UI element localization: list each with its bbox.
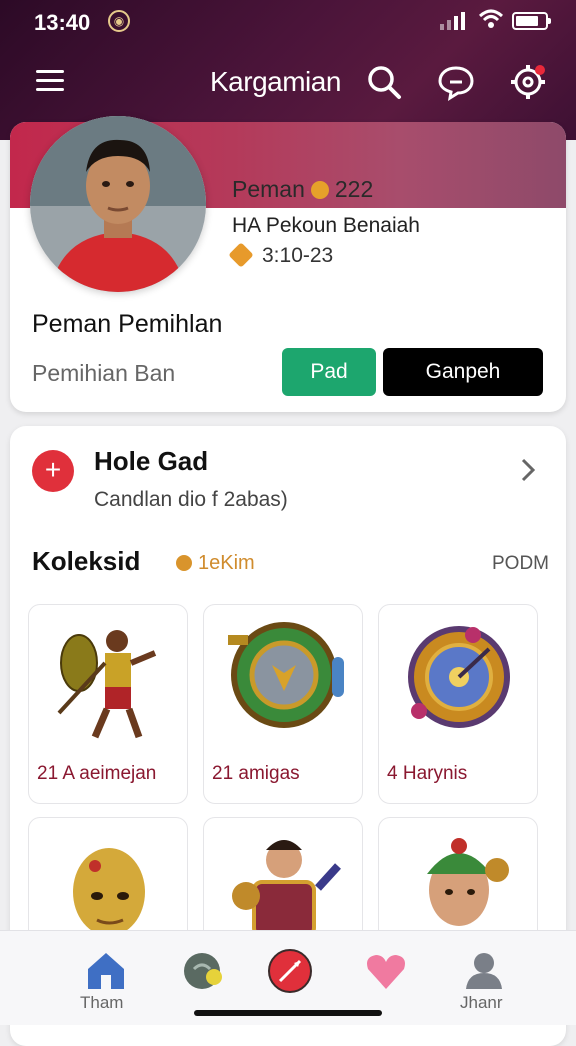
home-indicator: [194, 1010, 382, 1016]
app-bar: Kargamian: [0, 50, 576, 114]
profile-subtitle: Pemihian Ban: [32, 360, 176, 386]
warrior-figure-icon: [57, 630, 157, 739]
status-bar: 13:40 ◉: [0, 0, 576, 44]
join-button[interactable]: Ganpeh: [383, 348, 543, 396]
coin-icon: [310, 181, 329, 199]
player-rank: HA Pekoun Benaiah: [232, 214, 420, 237]
coin-count: 222: [334, 176, 374, 202]
chat-bubble-icon[interactable]: [436, 62, 476, 102]
notification-badge-icon: ◉: [108, 10, 130, 32]
card-caption: 4 Harynis: [387, 763, 468, 784]
collection-count: 1eKim: [176, 552, 255, 575]
shield-artifact-icon: [228, 622, 344, 728]
heart-icon[interactable]: [362, 947, 410, 995]
search-icon[interactable]: [364, 62, 404, 102]
add-circle-icon: +: [32, 450, 74, 492]
tab-profile-label[interactable]: Jhanr: [460, 993, 503, 1013]
avatar[interactable]: [30, 116, 206, 292]
add-button[interactable]: Pad: [282, 348, 376, 396]
menu-icon[interactable]: [36, 70, 64, 92]
chevron-right-icon[interactable]: [516, 456, 540, 484]
player-name-coins: Peman 222: [232, 176, 373, 203]
collection-count-value: 1eKim: [198, 552, 255, 574]
green-helmet-character-icon: [427, 838, 509, 926]
collection-card[interactable]: 4 Harynis: [378, 604, 538, 804]
player-date-value: 3:10-23: [262, 244, 334, 267]
settings-gear-icon[interactable]: [508, 62, 548, 102]
tab-home-label[interactable]: Tham: [80, 993, 123, 1013]
coin-icon: [176, 555, 192, 571]
card-caption: 21 amigas: [212, 763, 300, 784]
armored-hero-icon: [232, 840, 341, 936]
bald-character-icon: [73, 848, 145, 936]
profile-title: Peman Pemihlan: [32, 310, 223, 338]
gem-icon: [228, 242, 254, 268]
chat-icon[interactable]: [180, 947, 228, 995]
hole-subtitle: Candlan dio f 2abas): [94, 488, 288, 511]
hole-title[interactable]: Hole Gad: [94, 446, 208, 477]
wifi-icon: [478, 9, 504, 28]
collection-title: Koleksid: [32, 546, 141, 576]
compass-icon[interactable]: [266, 947, 314, 995]
battery-icon: [512, 12, 551, 30]
app-title: Kargamian: [210, 66, 341, 97]
collection-filter-label[interactable]: PODM: [492, 553, 549, 575]
card-caption: 21 A aeimejan: [37, 763, 157, 784]
signal-icon: [440, 12, 465, 30]
home-icon[interactable]: [82, 947, 130, 995]
collection-card[interactable]: 21 A aeimejan: [28, 604, 188, 804]
collection-card[interactable]: 21 amigas: [203, 604, 363, 804]
compass-wheel-icon: [408, 626, 510, 728]
profile-icon[interactable]: [460, 947, 508, 995]
status-time: 13:40: [34, 10, 91, 35]
player-date: 3:10-23: [228, 242, 334, 268]
player-short-name: Peman: [232, 176, 305, 202]
